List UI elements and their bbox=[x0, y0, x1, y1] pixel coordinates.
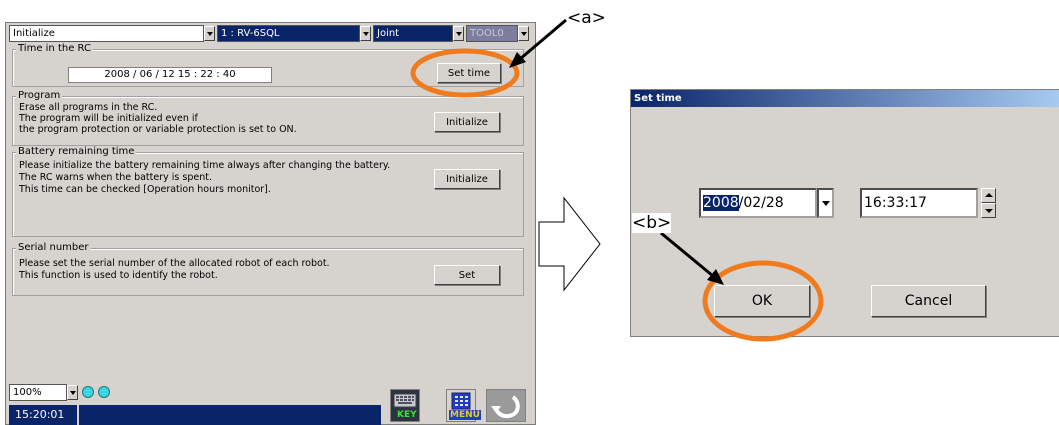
callout-a-arrow-line bbox=[519, 18, 567, 61]
annotation-overlay bbox=[410, 18, 824, 342]
callout-b-arrow-line bbox=[660, 231, 714, 278]
callout-b-label: <b> bbox=[632, 213, 672, 233]
set-time-highlight-ellipse bbox=[410, 48, 520, 98]
ok-highlight-ellipse bbox=[702, 260, 824, 342]
callout-a-label: <a> bbox=[567, 8, 606, 28]
